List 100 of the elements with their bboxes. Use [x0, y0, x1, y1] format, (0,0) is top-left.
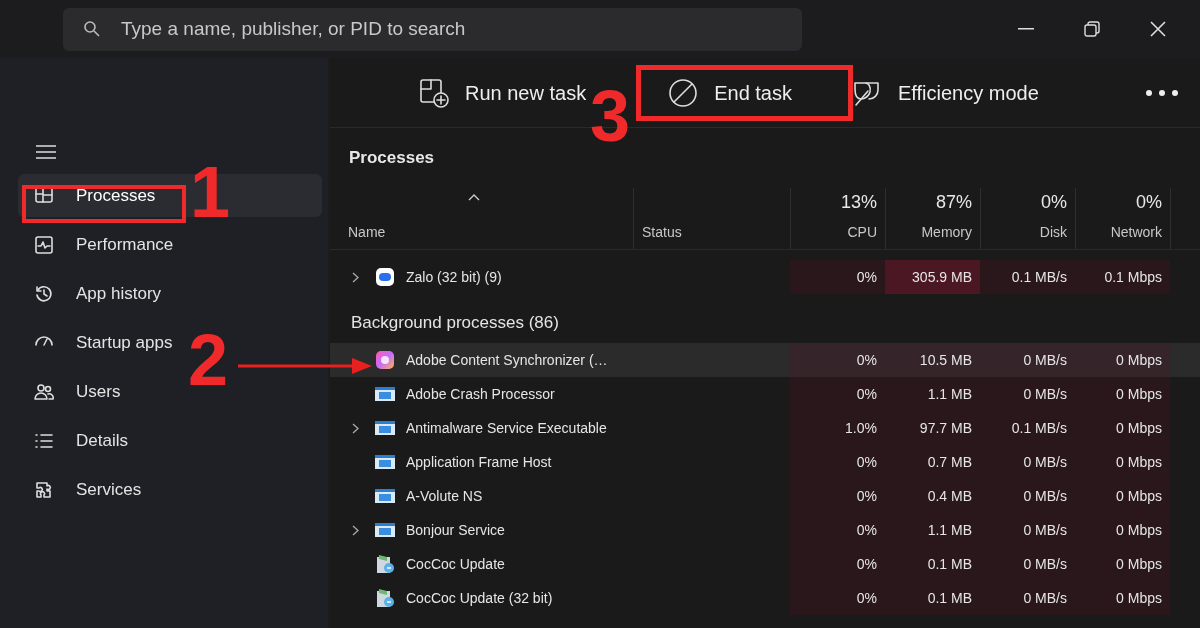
app-icon: [375, 267, 395, 287]
usage-cell: 0 Mbps: [1075, 411, 1170, 445]
search-field[interactable]: Type a name, publisher, or PID to search: [63, 7, 802, 51]
process-name: A-Volute NS: [406, 486, 483, 506]
pulse-icon: [34, 234, 54, 255]
usage-cell: 0.1 MB: [885, 581, 980, 615]
column-header[interactable]: Name: [348, 222, 633, 243]
window-icon: [374, 453, 396, 471]
usage-cell: 0%: [790, 547, 885, 581]
app-icon: [375, 350, 395, 370]
usage-cell: 0.7 MB: [885, 445, 980, 479]
usage-cell: 0%: [790, 513, 885, 547]
column-header[interactable]: Status: [642, 222, 790, 243]
column-total: 87%: [935, 191, 972, 214]
usage-cell: 0%: [790, 377, 885, 411]
task-add-icon: [419, 77, 449, 108]
puzzle-icon: [34, 479, 54, 500]
usage-cell: 0 Mbps: [1075, 547, 1170, 581]
toolbar-button[interactable]: Efficiency mode: [846, 68, 1045, 117]
sidebar-item[interactable]: Startup apps: [18, 321, 177, 364]
sidebar-item[interactable]: App history: [18, 272, 166, 315]
usage-cell: 0 MB/s: [980, 513, 1075, 547]
column-header[interactable]: Disk: [1039, 222, 1067, 243]
process-row[interactable]: CocCoc Update (32 bit) 0% 0.1 MB 0 MB/s 0 Mbps: [330, 581, 1200, 615]
step-number: 1: [190, 160, 231, 224]
window-icon: [374, 521, 396, 539]
process-row[interactable]: Antimalware Service Executable 1.0% 97.7 MB 0.1 MB/s 0 Mbps: [330, 411, 1200, 445]
installer-icon: [374, 587, 396, 609]
menu-icon[interactable]: [36, 144, 56, 160]
usage-cell: 1.0%: [790, 411, 885, 445]
window-icon: [374, 487, 396, 505]
process-row[interactable]: CocCoc Update 0% 0.1 MB 0 MB/s 0 Mbps: [330, 547, 1200, 581]
usage-cell: 0.1 MB/s: [980, 260, 1075, 294]
more-icon: [1145, 88, 1179, 97]
usage-cell: 0%: [790, 445, 885, 479]
process-name: Adobe Content Synchronizer (…: [406, 350, 608, 370]
sidebar-item[interactable]: Processes: [18, 174, 160, 217]
column-header[interactable]: Memory: [921, 222, 972, 243]
usage-cell: 0 Mbps: [1075, 343, 1170, 377]
usage-cell: 0 MB/s: [980, 377, 1075, 411]
process-row[interactable]: Bonjour Service 0% 1.1 MB 0 MB/s 0 Mbps: [330, 513, 1200, 547]
process-row[interactable]: Application Frame Host 0% 0.7 MB 0 MB/s 0 Mbps: [330, 445, 1200, 479]
usage-cell: 0 MB/s: [980, 547, 1075, 581]
process-name: Application Frame Host: [406, 452, 552, 472]
restore-icon: [1084, 21, 1100, 37]
usage-cell: 0 Mbps: [1075, 445, 1170, 479]
search-input[interactable]: Type a name, publisher, or PID to search: [121, 14, 721, 44]
usage-cell: 0 MB/s: [980, 343, 1075, 377]
usage-cell: 0.4 MB: [885, 479, 980, 513]
usage-cell: 0%: [790, 343, 885, 377]
history-icon: [34, 283, 54, 304]
sidebar-item[interactable]: Users: [18, 370, 125, 413]
chevron-right-icon[interactable]: [352, 271, 359, 283]
sidebar-item[interactable]: Services: [18, 468, 146, 511]
prohibited-icon: [668, 77, 699, 108]
usage-cell: 0 MB/s: [980, 445, 1075, 479]
installer-icon: [374, 553, 396, 575]
sidebar-item[interactable]: Details: [18, 419, 132, 462]
chevron-right-icon[interactable]: [352, 422, 359, 434]
minimize-icon: [1018, 28, 1034, 30]
usage-cell: 0.1 MB/s: [980, 411, 1075, 445]
process-name: Zalo (32 bit) (9): [406, 267, 502, 287]
column-header[interactable]: Network: [1110, 222, 1162, 243]
usage-cell: 0 Mbps: [1075, 513, 1170, 547]
process-row[interactable]: A-Volute NS 0% 0.4 MB 0 MB/s 0 Mbps: [330, 479, 1200, 513]
usage-cell: 10.5 MB: [885, 343, 980, 377]
process-name: CocCoc Update (32 bit): [406, 588, 553, 608]
column-total: 13%: [840, 191, 877, 214]
toolbar-button[interactable]: End task: [662, 68, 798, 117]
process-name: Adobe Crash Processor: [406, 384, 555, 404]
step-number: 3: [590, 84, 631, 148]
sort-caret-icon[interactable]: [468, 194, 480, 201]
process-row[interactable]: Adobe Content Synchronizer (… 0% 10.5 MB 0 MB/s 0 Mbps: [330, 343, 1200, 377]
usage-cell: 1.1 MB: [885, 377, 980, 411]
usage-cell: 0 Mbps: [1075, 479, 1170, 513]
process-row[interactable]: Adobe Crash Processor 0% 1.1 MB 0 MB/s 0 Mbps: [330, 377, 1200, 411]
column-total: 0%: [1136, 191, 1162, 214]
usage-cell: 0%: [790, 581, 885, 615]
step-number: 2: [188, 328, 229, 392]
usage-cell: 305.9 MB: [885, 260, 980, 294]
column-total: 0%: [1041, 191, 1067, 214]
page-title: Processes: [349, 147, 435, 170]
usage-cell: 0%: [790, 479, 885, 513]
close-icon: [1150, 21, 1166, 37]
process-row[interactable]: Zalo (32 bit) (9) 0% 305.9 MB 0.1 MB/s 0.1 Mbps: [330, 260, 1200, 294]
sidebar-item[interactable]: Performance: [18, 223, 178, 266]
toolbar-button[interactable]: Run new task: [413, 68, 593, 117]
search-icon: [83, 20, 101, 38]
chevron-right-icon[interactable]: [352, 524, 359, 536]
group-title: Background processes (86): [351, 312, 559, 335]
usage-cell: 0 Mbps: [1075, 581, 1170, 615]
window-icon: [374, 385, 396, 403]
usage-cell: 0.1 Mbps: [1075, 260, 1170, 294]
usage-cell: 0 Mbps: [1075, 377, 1170, 411]
usage-cell: 0 MB/s: [980, 479, 1075, 513]
usage-cell: 0.1 MB: [885, 547, 980, 581]
column-header[interactable]: CPU: [847, 222, 877, 243]
usage-cell: 1.1 MB: [885, 513, 980, 547]
users-icon: [34, 381, 54, 402]
process-name: Antimalware Service Executable: [406, 418, 607, 438]
